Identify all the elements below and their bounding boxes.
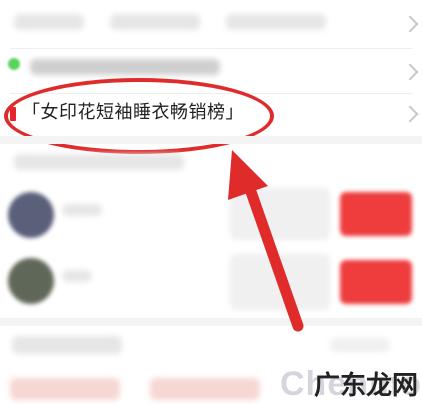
blurred-product-image xyxy=(230,188,330,240)
blurred-product-image xyxy=(230,254,330,310)
watermark-text: 广东龙网 xyxy=(313,370,418,400)
action-button[interactable] xyxy=(340,260,412,304)
blurred-tag xyxy=(10,378,120,400)
chevron-right-icon xyxy=(401,15,419,33)
chevron-right-icon xyxy=(401,63,419,81)
blurred-text xyxy=(110,14,200,30)
blurred-text xyxy=(30,59,220,75)
blurred-section-title xyxy=(12,336,122,354)
product-avatar[interactable] xyxy=(8,258,54,304)
section-separator xyxy=(0,318,422,326)
chevron-right-icon xyxy=(401,105,419,123)
section-separator xyxy=(0,136,422,144)
blurred-text xyxy=(226,14,326,30)
status-dot-icon xyxy=(8,58,20,70)
blurred-section-title xyxy=(14,154,184,170)
blurred-text xyxy=(330,338,390,352)
list-row-1[interactable] xyxy=(0,0,422,48)
blurred-text xyxy=(62,270,92,282)
blurred-text xyxy=(14,14,84,30)
product-avatar[interactable] xyxy=(8,192,54,238)
action-button[interactable] xyxy=(340,192,412,236)
blurred-text xyxy=(62,204,102,216)
blurred-tag xyxy=(150,378,260,400)
